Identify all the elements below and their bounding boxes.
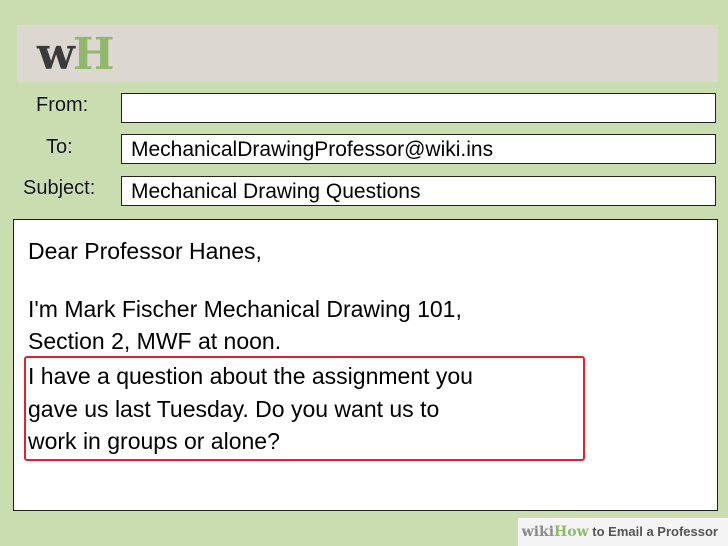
footer-wiki: wiki bbox=[521, 524, 555, 540]
footer-title: to Email a Professor bbox=[588, 524, 718, 539]
to-field[interactable]: MechanicalDrawingProfessor@wiki.ins bbox=[121, 134, 716, 164]
body-line-1: I'm Mark Fischer Mechanical Drawing 101, bbox=[28, 296, 462, 322]
wikihow-logo: wH bbox=[37, 29, 115, 80]
subject-field[interactable]: Mechanical Drawing Questions bbox=[121, 176, 716, 206]
question-highlight-box bbox=[24, 356, 585, 461]
greeting-line: Dear Professor Hanes, bbox=[28, 238, 262, 264]
illustration-canvas: wH From: To: MechanicalDrawingProfessor@… bbox=[0, 0, 728, 546]
to-label: To: bbox=[46, 136, 73, 158]
footer-caption: wikiHow to Email a Professor bbox=[518, 518, 728, 546]
subject-label: Subject: bbox=[23, 177, 96, 199]
message-body[interactable]: Dear Professor Hanes, I'm Mark Fischer M… bbox=[13, 219, 718, 511]
footer-how: How bbox=[554, 524, 589, 540]
header-bar: wH bbox=[17, 25, 718, 82]
from-field[interactable] bbox=[121, 93, 716, 123]
logo-w: w bbox=[37, 29, 75, 80]
body-line-2: Section 2, MWF at noon. bbox=[28, 328, 282, 354]
from-label: From: bbox=[36, 94, 89, 116]
logo-h: H bbox=[72, 29, 115, 80]
